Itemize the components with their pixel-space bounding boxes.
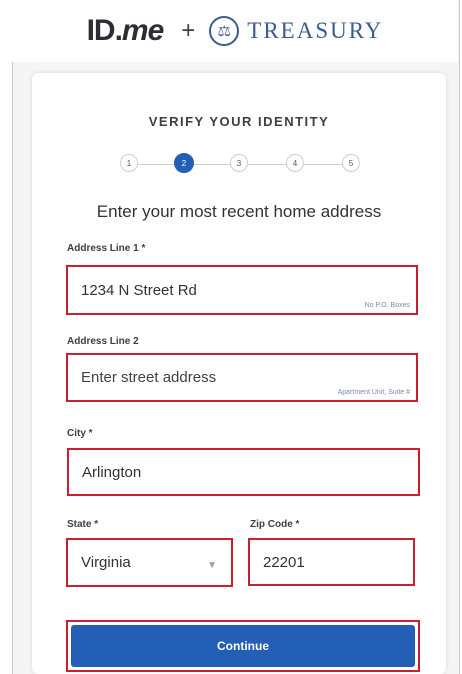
zip-value: 22201 <box>263 553 305 571</box>
step-4: 4 <box>286 154 304 172</box>
address-line-1-input[interactable]: 1234 N Street Rd No P.O. Boxes <box>66 265 418 315</box>
city-input[interactable]: Arlington <box>67 448 420 496</box>
state-value: Virginia <box>81 554 131 571</box>
address2-label: Address Line 2 <box>67 336 139 347</box>
step-progress: 1 2 3 4 5 <box>120 153 360 175</box>
chevron-down-icon: ▼ <box>207 559 217 571</box>
treasury-seal-icon: ⚖ <box>209 16 240 46</box>
page-title: VERIFY YOUR IDENTITY <box>148 114 330 129</box>
idme-logo: ID.me <box>86 14 165 47</box>
address1-hint: No P.O. Boxes <box>364 302 410 309</box>
address2-placeholder: Enter street address <box>81 369 217 386</box>
continue-button[interactable]: Continue <box>71 625 415 667</box>
zip-code-input[interactable]: 22201 <box>248 538 415 586</box>
step-5: 5 <box>342 154 360 172</box>
plus-sign: + <box>181 17 196 44</box>
address1-label: Address Line 1 * <box>67 243 146 254</box>
address2-hint: Apartment Unit, Suite # <box>337 389 410 396</box>
city-value: Arlington <box>82 463 142 481</box>
state-select[interactable]: Virginia ▼ <box>66 538 233 587</box>
step-2-active: 2 <box>174 153 194 173</box>
address1-value: 1234 N Street Rd <box>81 281 197 299</box>
continue-highlight: Continue <box>66 620 420 672</box>
step-connector <box>302 164 346 165</box>
address-line-2-input[interactable]: Enter street address Apartment Unit, Sui… <box>66 353 418 402</box>
zip-label: Zip Code * <box>250 519 300 530</box>
header: ID.me + ⚖ TREASURY <box>12 0 458 62</box>
step-3: 3 <box>230 154 248 172</box>
city-label: City * <box>67 428 93 439</box>
state-label: State * <box>67 519 99 530</box>
treasury-logo: TREASURY <box>247 18 384 43</box>
form-heading: Enter your most recent home address <box>96 202 382 221</box>
step-1: 1 <box>120 154 138 172</box>
